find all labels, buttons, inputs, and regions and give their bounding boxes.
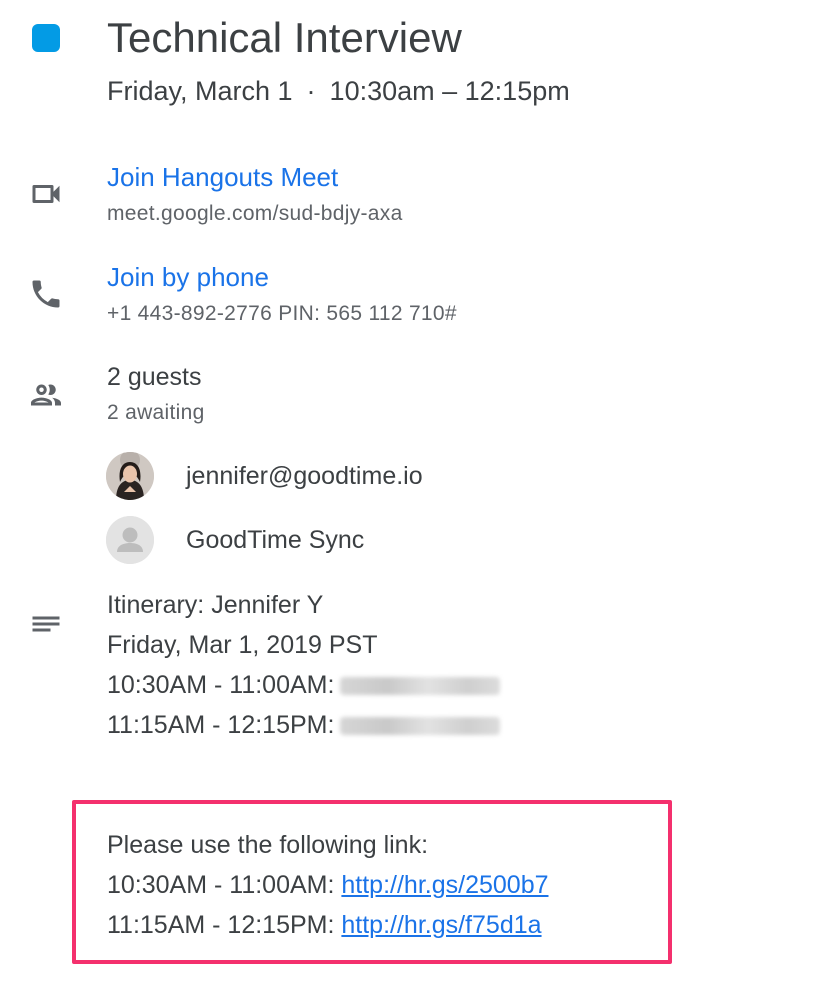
phone-icon	[26, 274, 66, 314]
join-hangouts-link[interactable]: Join Hangouts Meet	[107, 161, 338, 193]
guest-name: jennifer@goodtime.io	[186, 462, 423, 490]
datetime-separator: ·	[306, 76, 316, 106]
meet-url[interactable]: meet.google.com/sud-bdjy-axa	[107, 200, 403, 228]
itinerary-slot-2-time: 11:15AM - 12:15PM:	[107, 711, 335, 739]
guest-name: GoodTime Sync	[186, 526, 365, 554]
people-icon	[26, 375, 66, 415]
link-row-1-time: 10:30AM - 11:00AM:	[107, 871, 335, 899]
redacted-name	[340, 717, 501, 736]
guest-avatar-photo	[106, 452, 154, 500]
event-title: Technical Interview	[107, 14, 462, 61]
link-row-2: 11:15AM - 12:15PM: http://hr.gs/f75d1a	[107, 905, 542, 945]
phone-details: +1 443-892-2776 PIN: 565 112 710#	[107, 302, 457, 325]
links-intro: Please use the following link:	[107, 831, 429, 859]
guest-count: 2 guests	[107, 363, 202, 391]
event-datetime: Friday, March 1 · 10:30am – 12:15pm	[107, 74, 570, 108]
event-color-dot	[32, 24, 60, 52]
notes-icon	[26, 604, 66, 644]
itinerary-slot-2: 11:15AM - 12:15PM:	[107, 705, 501, 745]
itinerary-date: Friday, Mar 1, 2019 PST	[107, 631, 378, 659]
event-date: Friday, March 1	[107, 76, 293, 106]
itinerary-title: Itinerary: Jennifer Y	[107, 591, 324, 619]
guest-status: 2 awaiting	[107, 401, 205, 424]
meeting-link-1[interactable]: http://hr.gs/2500b7	[341, 871, 548, 899]
redacted-name	[340, 677, 501, 696]
itinerary-slot-1-time: 10:30AM - 11:00AM:	[107, 671, 335, 699]
join-by-phone-link[interactable]: Join by phone	[107, 261, 269, 293]
link-row-2-time: 11:15AM - 12:15PM:	[107, 911, 335, 939]
event-time: 10:30am – 12:15pm	[329, 76, 570, 106]
guest-avatar-default	[106, 516, 154, 564]
itinerary-slot-1: 10:30AM - 11:00AM:	[107, 665, 501, 705]
meeting-link-2[interactable]: http://hr.gs/f75d1a	[341, 911, 541, 939]
videocam-icon	[26, 174, 66, 214]
link-row-1: 10:30AM - 11:00AM: http://hr.gs/2500b7	[107, 865, 549, 905]
